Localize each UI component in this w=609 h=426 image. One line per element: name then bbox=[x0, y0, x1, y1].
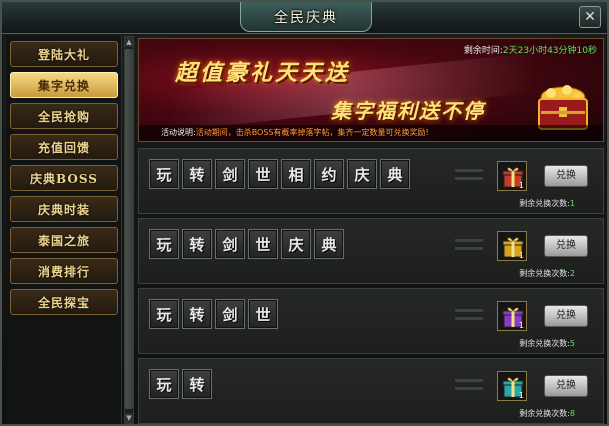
celebration-window: 全民庆典 ✕ 登陆大礼集字兑换全民抢购充值回馈庆典BOSS 庆典时装泰国之旅消费排… bbox=[0, 0, 609, 426]
arrow-divider bbox=[455, 379, 483, 382]
event-banner: 超值豪礼天天送 集字福利送不停 剩余时间:2天23小时43分钟10秒 活动说明:… bbox=[138, 38, 604, 142]
character-slots: 玩转剑世庆典 bbox=[149, 229, 344, 259]
remaining-count: 5 bbox=[569, 339, 575, 348]
sidebar-item-6[interactable]: 泰国之旅 bbox=[10, 227, 118, 253]
character-tile[interactable]: 玩 bbox=[149, 229, 179, 259]
exchange-row: 玩转 1 兑换剩余兑换次数:8 bbox=[138, 358, 604, 424]
character-slots: 玩转剑世相约庆典 bbox=[149, 159, 410, 189]
close-button[interactable]: ✕ bbox=[579, 6, 601, 28]
character-tile[interactable]: 约 bbox=[314, 159, 344, 189]
arrow-divider bbox=[455, 239, 483, 242]
exchange-button[interactable]: 兑换 bbox=[544, 235, 588, 257]
reward-slot[interactable]: 1 bbox=[497, 231, 527, 261]
character-tile[interactable]: 玩 bbox=[149, 299, 179, 329]
banner-headline: 超值豪礼天天送 bbox=[175, 60, 351, 86]
scroll-thumb[interactable] bbox=[125, 49, 133, 409]
scrollbar[interactable]: ▲ ▼ bbox=[124, 36, 134, 424]
exchange-row: 玩转剑世 1 兑换剩余兑换次数:5 bbox=[138, 288, 604, 354]
reward-slot[interactable]: 1 bbox=[497, 371, 527, 401]
timer-label: 剩余时间: bbox=[463, 46, 503, 56]
remaining-exchanges: 剩余兑换次数:1 bbox=[519, 198, 575, 209]
character-tile[interactable]: 转 bbox=[182, 229, 212, 259]
sidebar-item-5[interactable]: 庆典时装 bbox=[10, 196, 118, 222]
remaining-label: 剩余兑换次数: bbox=[519, 269, 570, 278]
character-tile[interactable]: 转 bbox=[182, 159, 212, 189]
window-title: 全民庆典 bbox=[240, 2, 372, 32]
character-tile[interactable]: 典 bbox=[380, 159, 410, 189]
timer-value: 2天23小时43分钟10秒 bbox=[502, 46, 597, 56]
character-tile[interactable]: 世 bbox=[248, 299, 278, 329]
character-tile[interactable]: 庆 bbox=[281, 229, 311, 259]
character-tile[interactable]: 庆 bbox=[347, 159, 377, 189]
sidebar: 登陆大礼集字兑换全民抢购充值回馈庆典BOSS 庆典时装泰国之旅消费排行全民探宝 bbox=[6, 36, 122, 424]
scroll-up-arrow-icon[interactable]: ▲ bbox=[125, 37, 133, 47]
banner-subheadline: 集字福利送不停 bbox=[331, 99, 485, 123]
event-description: 活动说明:活动期间，击杀BOSS有概率掉落字帖，集齐一定数量可兑换奖励! bbox=[139, 125, 603, 141]
character-slots: 玩转 bbox=[149, 369, 212, 399]
character-tile[interactable]: 玩 bbox=[149, 369, 179, 399]
remaining-label: 剩余兑换次数: bbox=[519, 409, 570, 418]
scroll-down-arrow-icon[interactable]: ▼ bbox=[125, 413, 133, 423]
character-tile[interactable]: 转 bbox=[182, 369, 212, 399]
reward-count: 1 bbox=[518, 251, 524, 260]
remaining-label: 剩余兑换次数: bbox=[519, 199, 570, 208]
description-label: 活动说明: bbox=[161, 128, 196, 137]
character-tile[interactable]: 剑 bbox=[215, 159, 245, 189]
exchange-row: 玩转剑世庆典 1 兑换剩余兑换次数:2 bbox=[138, 218, 604, 284]
reward-count: 1 bbox=[518, 181, 524, 190]
exchange-button[interactable]: 兑换 bbox=[544, 375, 588, 397]
remaining-label: 剩余兑换次数: bbox=[519, 339, 570, 348]
sidebar-item-8[interactable]: 全民探宝 bbox=[10, 289, 118, 315]
countdown-timer: 剩余时间:2天23小时43分钟10秒 bbox=[464, 43, 597, 56]
character-tile[interactable]: 世 bbox=[248, 229, 278, 259]
character-tile[interactable]: 剑 bbox=[215, 229, 245, 259]
character-slots: 玩转剑世 bbox=[149, 299, 278, 329]
remaining-count: 1 bbox=[569, 199, 575, 208]
arrow-divider bbox=[455, 317, 483, 320]
arrow-divider bbox=[455, 309, 483, 312]
remaining-count: 8 bbox=[569, 409, 575, 418]
reward-count: 1 bbox=[518, 391, 524, 400]
remaining-exchanges: 剩余兑换次数:5 bbox=[519, 338, 575, 349]
arrow-divider bbox=[455, 387, 483, 390]
character-tile[interactable]: 玩 bbox=[149, 159, 179, 189]
sidebar-item-0[interactable]: 登陆大礼 bbox=[10, 41, 118, 67]
sidebar-item-7[interactable]: 消费排行 bbox=[10, 258, 118, 284]
arrow-divider bbox=[455, 169, 483, 172]
character-tile[interactable]: 相 bbox=[281, 159, 311, 189]
reward-slot[interactable]: 1 bbox=[497, 161, 527, 191]
sidebar-item-2[interactable]: 全民抢购 bbox=[10, 103, 118, 129]
reward-count: 1 bbox=[518, 321, 524, 330]
sidebar-item-1[interactable]: 集字兑换 bbox=[10, 72, 118, 98]
reward-slot[interactable]: 1 bbox=[497, 301, 527, 331]
remaining-exchanges: 剩余兑换次数:2 bbox=[519, 268, 575, 279]
arrow-divider bbox=[455, 247, 483, 250]
sidebar-item-4[interactable]: 庆典BOSS bbox=[10, 165, 118, 191]
character-tile[interactable]: 世 bbox=[248, 159, 278, 189]
remaining-exchanges: 剩余兑换次数:8 bbox=[519, 408, 575, 419]
description-text: 活动期间，击杀BOSS有概率掉落字帖，集齐一定数量可兑换奖励! bbox=[195, 128, 429, 137]
arrow-divider bbox=[455, 177, 483, 180]
sidebar-item-3[interactable]: 充值回馈 bbox=[10, 134, 118, 160]
exchange-button[interactable]: 兑换 bbox=[544, 305, 588, 327]
title-bar: 全民庆典 ✕ bbox=[2, 2, 607, 34]
character-tile[interactable]: 转 bbox=[182, 299, 212, 329]
exchange-button[interactable]: 兑换 bbox=[544, 165, 588, 187]
character-tile[interactable]: 典 bbox=[314, 229, 344, 259]
exchange-row: 玩转剑世相约庆典 1 兑换 剩余兑换次数:1 bbox=[138, 148, 604, 214]
remaining-count: 2 bbox=[569, 269, 575, 278]
character-tile[interactable]: 剑 bbox=[215, 299, 245, 329]
